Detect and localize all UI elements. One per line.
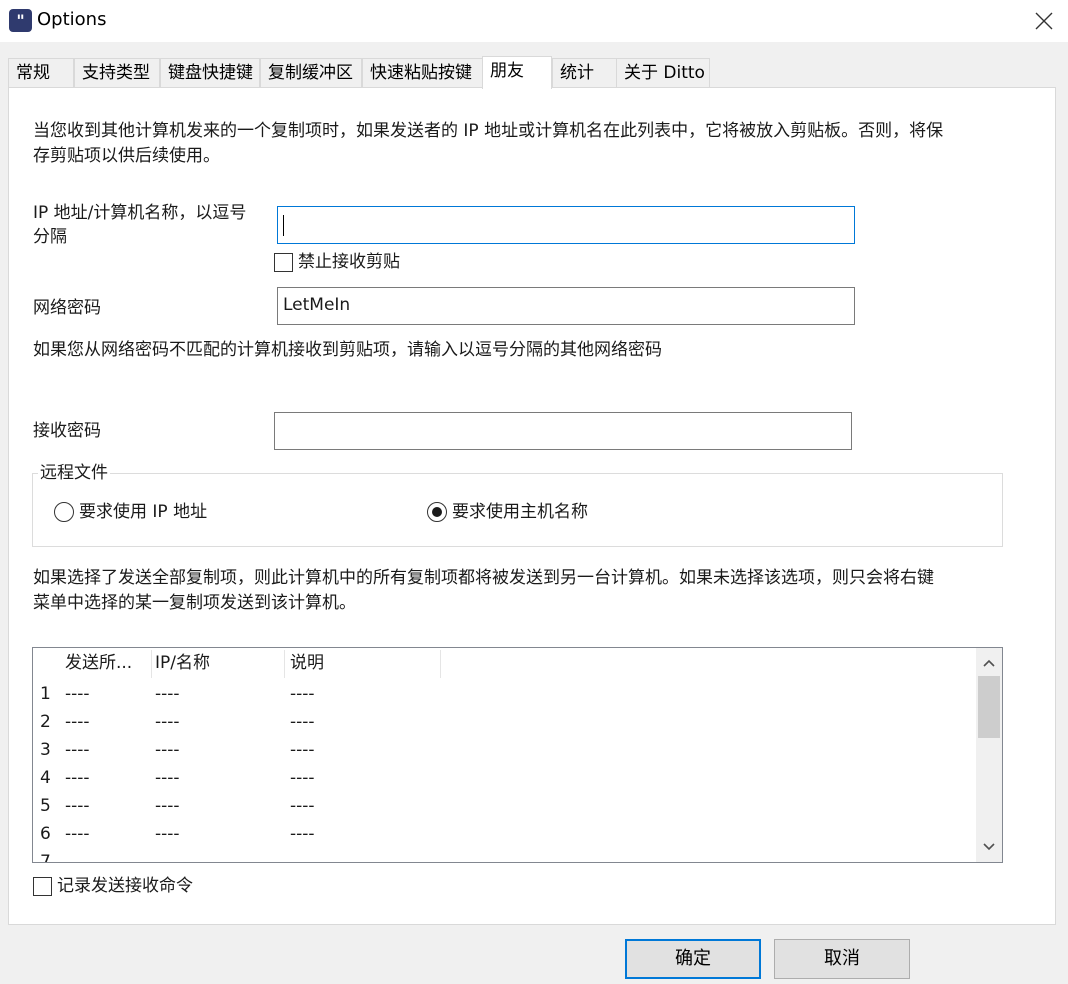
title-bar: " Options [0,0,1068,42]
scroll-up-icon[interactable] [982,656,996,670]
cell-send-all: ---- [65,824,90,844]
intro-text-line2: 存剪贴项以供后续使用。 [33,146,220,166]
cell-send-all: ---- [65,796,90,816]
cell-send-all: ---- [65,740,90,760]
cell-description: ---- [290,684,315,704]
cell-description: ---- [290,768,315,788]
cell-ip-name: ---- [155,796,180,816]
cell-send-all: ---- [65,712,90,732]
cell-description: ---- [290,712,315,732]
disable-receive-checkbox[interactable] [274,253,293,272]
tab-copy-buffers[interactable]: 复制缓冲区 [260,58,362,87]
remote-files-group-label: 远程文件 [38,463,110,483]
row-number: 3 [40,740,51,760]
disable-receive-label: 禁止接收剪贴 [298,252,400,272]
ip-label-line1: IP 地址/计算机名称，以逗号 [33,203,247,223]
column-separator[interactable] [284,650,285,678]
column-header-ip-name[interactable]: IP/名称 [155,648,210,678]
cell-send-all: ---- [65,768,90,788]
column-separator[interactable] [440,650,441,678]
log-commands-label: 记录发送接收命令 [57,876,193,896]
tab-general[interactable]: 常规 [8,58,74,87]
scroll-down-icon[interactable] [982,840,996,854]
send-all-text-line2: 菜单中选择的某一复制项发送到该计算机。 [33,593,356,613]
intro-text-line1: 当您收到其他计算机发来的一个复制项时，如果发送者的 IP 地址或计算机名在此列表… [33,121,944,141]
receive-password-input[interactable] [274,412,852,450]
require-ip-label: 要求使用 IP 地址 [79,502,208,522]
require-ip-radio[interactable] [54,502,74,522]
row-number: 6 [40,824,51,844]
log-commands-checkbox[interactable] [33,877,52,896]
cell-ip-name: ---- [155,712,180,732]
tab-supported-types[interactable]: 支持类型 [74,58,160,87]
row-number: 5 [40,796,51,816]
cancel-button[interactable]: 取消 [774,939,910,979]
radio-selected-dot [432,507,442,517]
mismatch-text: 如果您从网络密码不匹配的计算机接收到剪贴项，请输入以逗号分隔的其他网络密码 [33,340,662,360]
require-hostname-radio[interactable] [427,502,447,522]
column-header-description[interactable]: 说明 [290,648,324,678]
close-button[interactable] [1020,0,1068,42]
ip-label-line2: 分隔 [33,227,67,247]
network-password-label: 网络密码 [33,298,101,318]
row-number: 4 [40,768,51,788]
require-hostname-label: 要求使用主机名称 [452,502,588,522]
tab-stats[interactable]: 统计 [552,58,618,87]
cell-send-all: ---- [65,684,90,704]
scroll-thumb[interactable] [978,676,1000,738]
text-caret [283,215,284,236]
cell-ip-name: ---- [155,824,180,844]
tab-about-ditto[interactable]: 关于 Ditto [616,58,710,87]
ditto-app-icon: " [9,9,32,32]
row-number: 2 [40,712,51,732]
send-all-text-line1: 如果选择了发送全部复制项，则此计算机中的所有复制项都将被发送到另一台计算机。如果… [33,568,934,588]
column-separator[interactable] [151,650,152,678]
window-title: Options [37,9,107,30]
cell-description: ---- [290,740,315,760]
tab-keyboard-shortcuts[interactable]: 键盘快捷键 [160,58,260,87]
list-scrollbar[interactable] [976,648,1002,862]
cell-description: ---- [290,796,315,816]
tab-friends[interactable]: 朋友 [482,56,552,89]
ok-button[interactable]: 确定 [625,939,761,979]
receive-password-label: 接收密码 [33,421,101,441]
friends-panel: 当您收到其他计算机发来的一个复制项时，如果发送者的 IP 地址或计算机名在此列表… [8,87,1056,925]
close-icon [1035,12,1053,30]
tab-quick-paste-keys[interactable]: 快速粘贴按键 [362,58,484,87]
row-number: 1 [40,684,51,704]
row-number: 7 [40,852,51,863]
friends-list[interactable]: 发送所... IP/名称 说明 1 ---- ---- ---- 2 ---- … [32,647,1003,863]
cell-ip-name: ---- [155,768,180,788]
cell-ip-name: ---- [155,684,180,704]
cell-description: ---- [290,824,315,844]
column-header-send-all[interactable]: 发送所... [65,648,132,678]
network-password-input[interactable]: LetMeIn [277,287,855,325]
network-password-value: LetMeIn [283,295,351,315]
cell-ip-name: ---- [155,740,180,760]
ip-names-input[interactable] [277,206,855,244]
